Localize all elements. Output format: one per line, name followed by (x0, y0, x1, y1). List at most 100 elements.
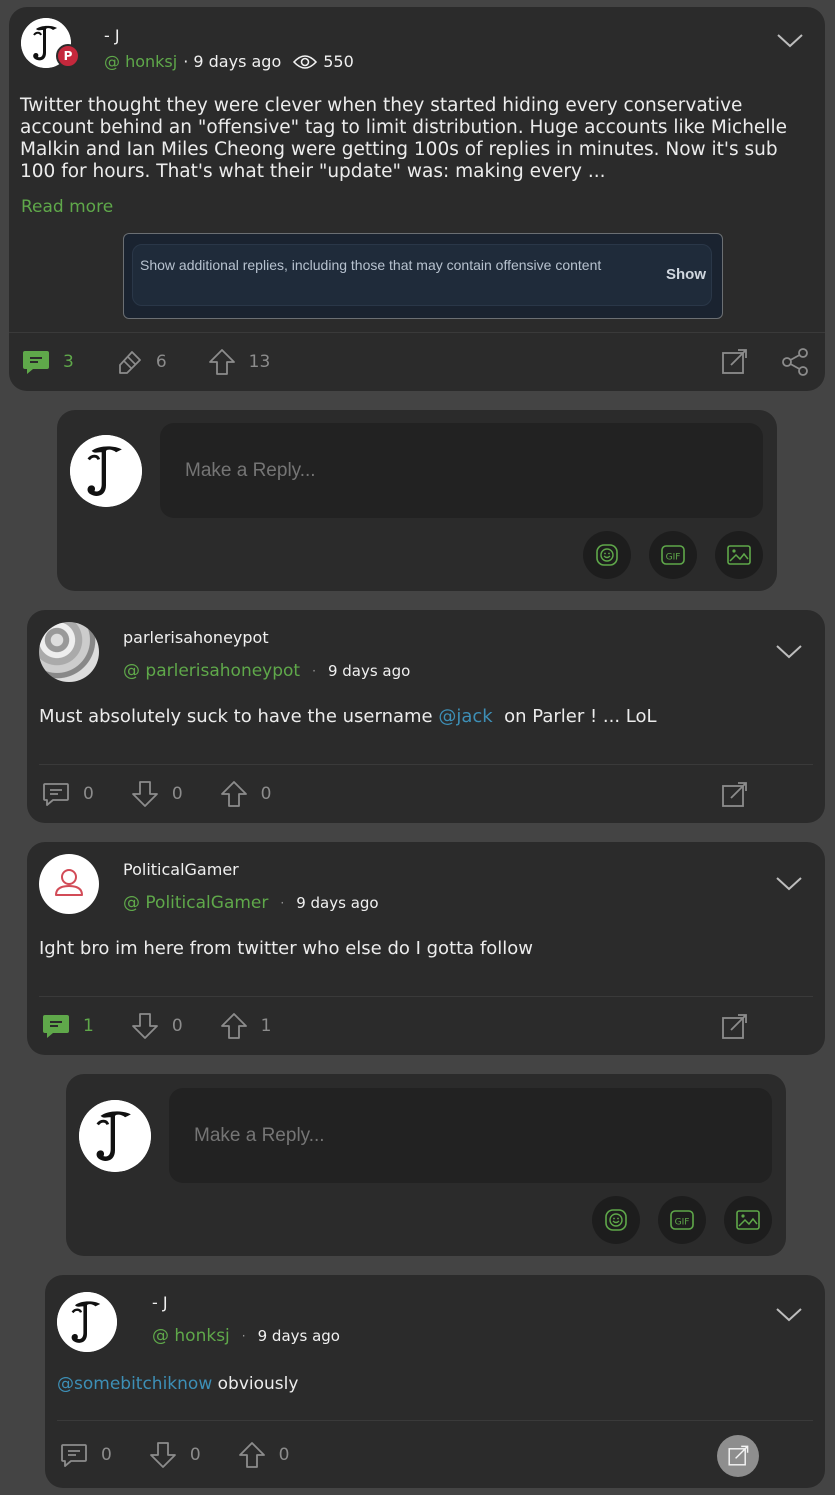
replier-avatar[interactable] (57, 1292, 117, 1352)
upvote-button[interactable]: 1 (219, 1011, 271, 1041)
commenter-avatar[interactable] (39, 622, 99, 682)
eye-icon (293, 54, 317, 70)
upvote-button[interactable]: 0 (219, 779, 272, 809)
commenter-handle[interactable]: @ PoliticalGamer (123, 893, 268, 913)
chevron-down-icon[interactable] (775, 876, 803, 892)
gif-button[interactable] (658, 1196, 706, 1244)
comment-button[interactable]: 0 (59, 1440, 112, 1470)
composer-avatar (79, 1100, 151, 1172)
post-meta: @ honksj · 9 days ago 550 (104, 52, 354, 71)
downvote-icon (130, 1011, 160, 1041)
reply-divider (57, 1420, 813, 1421)
show-button[interactable]: Show (666, 266, 706, 283)
emoji-button[interactable] (583, 531, 631, 579)
upvote-icon (219, 1011, 249, 1041)
reply-text-body: obviously (212, 1374, 299, 1394)
image-button[interactable] (724, 1196, 772, 1244)
reply-text: @somebitchiknow obviously (57, 1373, 797, 1395)
comment-button[interactable]: 3 (21, 347, 74, 377)
mention-link[interactable]: @jack (438, 706, 492, 727)
comment-time: 9 days ago (327, 662, 411, 680)
chevron-down-icon[interactable] (775, 644, 803, 660)
emoji-icon (594, 542, 620, 568)
comment-text-start: Must absolutely suck to have the usernam… (39, 706, 439, 727)
composer-avatar (70, 435, 142, 507)
comment-time: 9 days ago (296, 894, 379, 912)
reply-composer (66, 1074, 786, 1256)
comment-text: Ight bro im here from twitter who else d… (39, 938, 534, 959)
reply-input[interactable] (160, 423, 763, 518)
replier-handle[interactable]: @ honksj (152, 1326, 230, 1346)
downvote-count: 0 (189, 1445, 201, 1465)
expand-icon[interactable] (719, 347, 749, 377)
view-count: 550 (293, 52, 354, 71)
expand-icon[interactable] (719, 1012, 749, 1042)
comment-actions: 0 0 0 (41, 779, 311, 809)
downvote-button[interactable]: 0 (130, 1011, 183, 1041)
reply-actions: 0 0 0 (59, 1440, 329, 1470)
downvote-button[interactable]: 0 (130, 779, 183, 809)
image-icon (726, 542, 752, 568)
comment-count: 0 (101, 1445, 112, 1465)
post-actions: 3 6 13 (21, 347, 310, 377)
comment-count: 0 (83, 784, 94, 804)
comment-text-end: on Parler ! ... LoL (492, 706, 657, 727)
reply-time: 9 days ago (257, 1327, 340, 1345)
echo-count: 6 (155, 352, 167, 372)
replier-name[interactable]: - J (152, 1293, 168, 1312)
gif-icon (660, 542, 686, 568)
commenter-handle[interactable]: @ parlerisahoneypot (123, 661, 300, 681)
image-icon (735, 1207, 761, 1233)
chevron-down-icon[interactable] (776, 33, 804, 49)
comment-actions: 1 0 1 (41, 1011, 311, 1041)
commenter-name[interactable]: PoliticalGamer (123, 860, 239, 879)
comment-icon (59, 1440, 89, 1470)
mention-link[interactable]: @somebitchiknow (57, 1374, 212, 1394)
emoji-button[interactable] (592, 1196, 640, 1244)
author-name[interactable]: - J (104, 26, 120, 45)
comment-card: PoliticalGamer @ PoliticalGamer · 9 days… (27, 842, 825, 1055)
comment-text: Must absolutely suck to have the usernam… (39, 706, 799, 728)
author-handle[interactable]: @ honksj (104, 52, 177, 71)
post-divider (9, 332, 825, 333)
chevron-down-icon[interactable] (775, 1307, 803, 1323)
upvote-count: 13 (248, 352, 271, 372)
downvote-count: 0 (171, 784, 183, 804)
commenter-avatar[interactable] (39, 854, 99, 914)
notice-panel (132, 244, 712, 306)
gif-icon (669, 1207, 695, 1233)
upvote-icon (237, 1440, 267, 1470)
comment-divider (39, 764, 813, 765)
downvote-button[interactable]: 0 (148, 1440, 201, 1470)
expand-icon (726, 1444, 750, 1468)
comment-count: 3 (63, 352, 74, 372)
post-time: · 9 days ago (183, 52, 282, 71)
reply-input[interactable] (169, 1088, 772, 1183)
comment-card: parlerisahoneypot @ parlerisahoneypot · … (27, 610, 825, 823)
comment-icon (21, 347, 51, 377)
comment-meta: @ PoliticalGamer · 9 days ago (123, 893, 379, 913)
j-logo-icon (79, 1100, 151, 1172)
upvote-button[interactable]: 0 (237, 1440, 289, 1470)
share-icon[interactable] (780, 347, 810, 377)
comment-count: 1 (83, 1016, 94, 1036)
echo-icon (114, 347, 144, 377)
expand-icon[interactable] (719, 780, 749, 810)
image-button[interactable] (715, 531, 763, 579)
echo-button[interactable]: 6 (114, 347, 167, 377)
upvote-button[interactable]: 13 (207, 347, 271, 377)
comment-button[interactable]: 1 (41, 1011, 94, 1041)
j-logo-icon (70, 435, 142, 507)
expand-button[interactable] (717, 1435, 759, 1477)
offensive-replies-notice: Show additional replies, including those… (123, 233, 723, 319)
upvote-count: 0 (260, 784, 272, 804)
commenter-name[interactable]: parlerisahoneypot (123, 628, 269, 647)
gif-button[interactable] (649, 531, 697, 579)
meta-separator: · (280, 896, 285, 910)
downvote-icon (130, 779, 160, 809)
read-more-link[interactable]: Read more (21, 197, 113, 217)
parler-badge-icon: P (56, 44, 80, 68)
comment-divider (39, 996, 813, 997)
comment-button[interactable]: 0 (41, 779, 94, 809)
post-text: Twitter thought they were clever when th… (20, 95, 787, 182)
